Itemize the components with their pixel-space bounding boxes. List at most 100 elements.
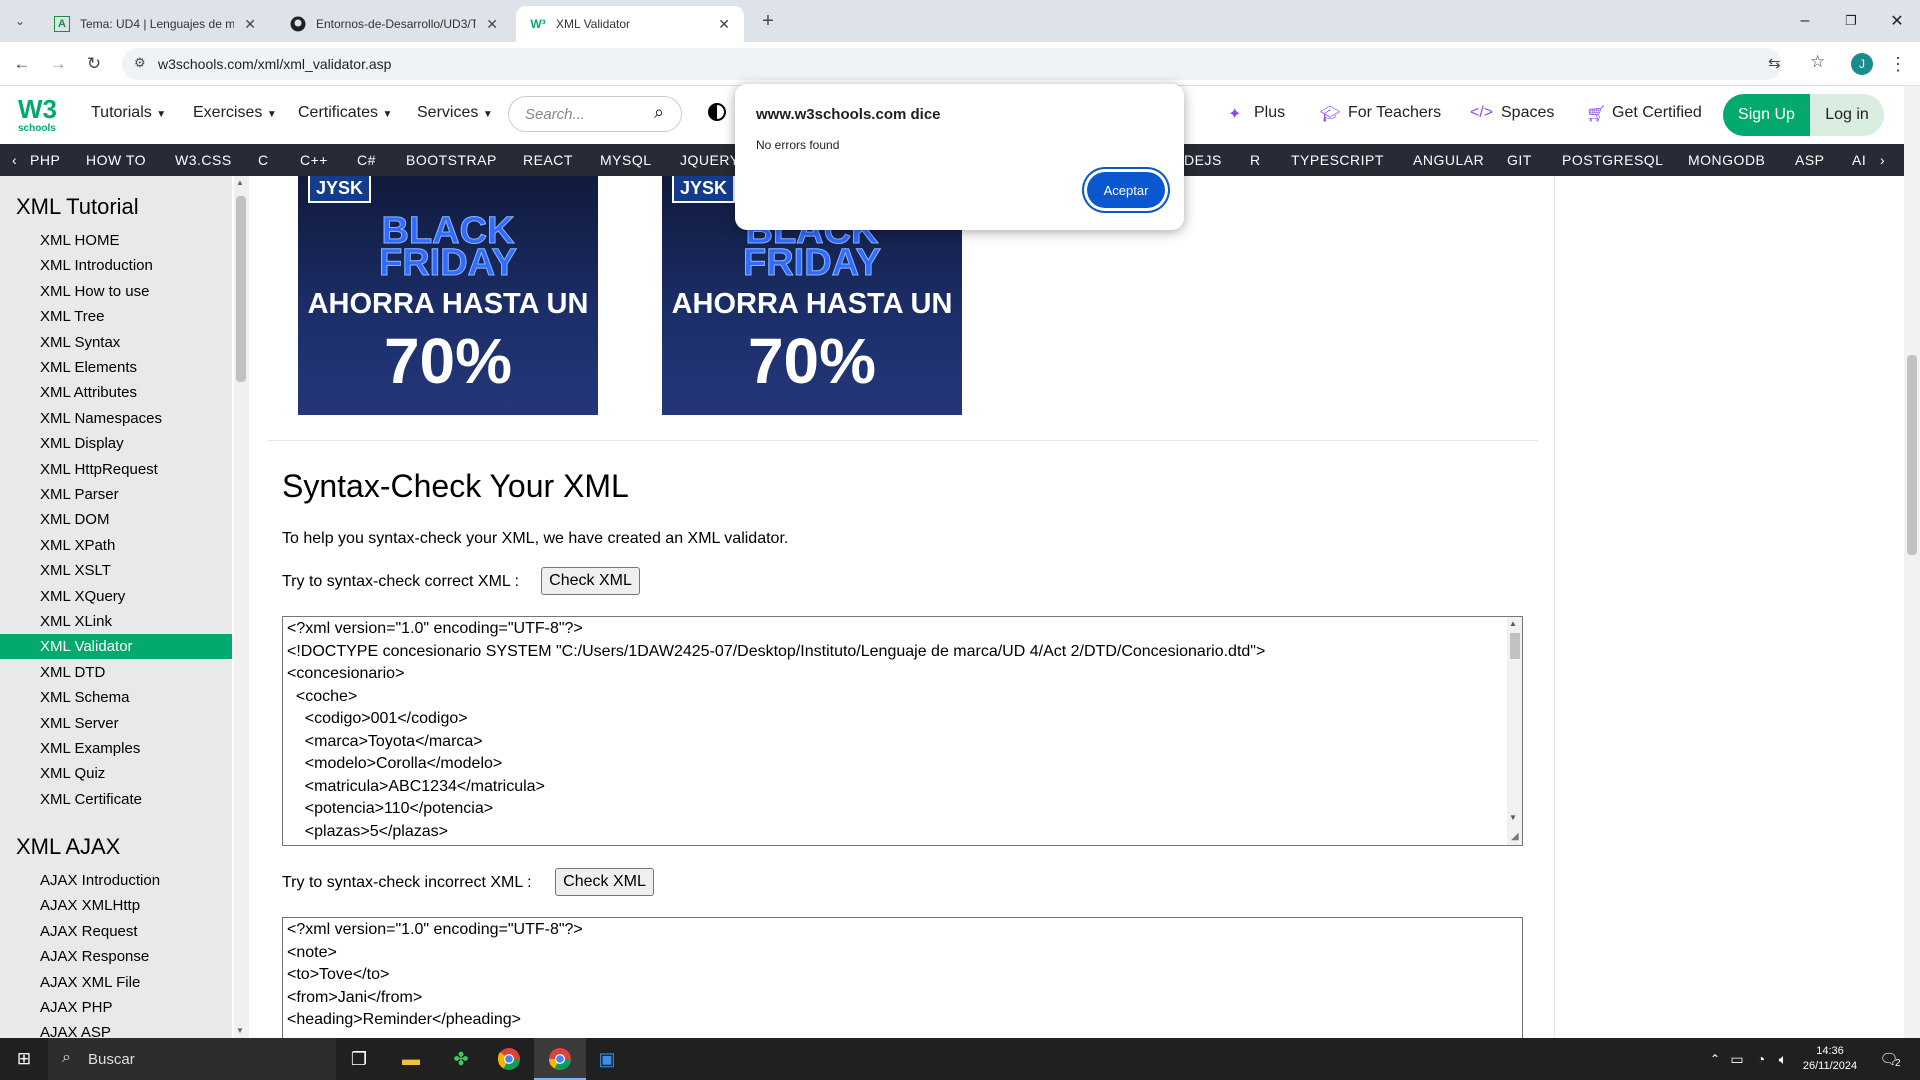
sidebar-item[interactable]: XML Parser (0, 482, 232, 507)
subnav-postgresql[interactable]: POSTGRESQL (1562, 152, 1663, 168)
subnav-php[interactable]: PHP (30, 152, 60, 168)
w3schools-logo[interactable]: W3 schools (14, 94, 60, 136)
close-tab-icon[interactable]: ✕ (718, 16, 730, 33)
nav-tutorials[interactable]: Tutorials ▼ (91, 104, 166, 122)
sidebar-item[interactable]: XML Attributes (0, 380, 232, 405)
sidebar-item[interactable]: XML XLink (0, 609, 232, 634)
scroll-up-arrow-icon[interactable]: ▲ (236, 178, 244, 187)
browser-tab-3-active[interactable]: W³ XML Validator ✕ (516, 6, 744, 42)
file-explorer-icon[interactable]: ▬ (396, 1044, 426, 1074)
page-scrollbar[interactable] (1904, 86, 1920, 1038)
nav-spaces[interactable]: Spaces (1501, 104, 1554, 122)
bookmark-star-icon[interactable]: ☆ (1810, 52, 1825, 72)
sidebar-item[interactable]: XML XQuery (0, 584, 232, 609)
sidebar-item[interactable]: XML HttpRequest (0, 457, 232, 482)
subnav-typescript[interactable]: TYPESCRIPT (1291, 152, 1384, 168)
subnav-csharp[interactable]: C# (357, 152, 376, 168)
search-icon[interactable]: ⌕ (654, 102, 664, 123)
incorrect-xml-textarea[interactable]: <?xml version="1.0" encoding="UTF-8"?> <n… (282, 917, 1523, 1038)
scroll-left-icon[interactable]: ‹ (12, 152, 17, 168)
sidebar-item[interactable]: XML Certificate (0, 787, 232, 812)
scroll-down-arrow-icon[interactable]: ▼ (236, 1026, 244, 1035)
sidebar-item[interactable]: XML Schema (0, 685, 232, 710)
taskbar-search-input[interactable]: ⌕ Buscar (48, 1038, 336, 1080)
check-correct-xml-button[interactable]: Check XML (541, 567, 640, 595)
subnav-mysql[interactable]: MYSQL (600, 152, 652, 168)
sidebar-item[interactable]: XML How to use (0, 279, 232, 304)
back-icon[interactable]: ← (8, 50, 36, 78)
scroll-up-arrow-icon[interactable]: ▲ (1509, 619, 1517, 628)
sidebar-item[interactable]: AJAX XML File (0, 970, 232, 995)
subnav-bootstrap[interactable]: BOOTSTRAP (406, 152, 497, 168)
windows-start-icon[interactable]: ⊞ (9, 1044, 39, 1074)
close-tab-icon[interactable]: ✕ (244, 16, 256, 33)
sidebar-scrollbar-thumb[interactable] (236, 196, 246, 382)
reload-icon[interactable]: ↻ (80, 50, 108, 78)
nav-plus[interactable]: Plus (1254, 104, 1285, 122)
address-bar[interactable]: ⚙ w3schools.com/xml/xml_validator.asp ⇆ … (122, 48, 1825, 80)
taskbar-clock[interactable]: 14:36 26/11/2024 (1780, 1044, 1880, 1074)
sidebar-item[interactable]: XML Validator (0, 634, 232, 660)
sidebar-item[interactable]: XML DOM (0, 507, 232, 532)
subnav-asp[interactable]: ASP (1795, 152, 1825, 168)
sidebar-item[interactable]: XML Syntax (0, 330, 232, 355)
dark-mode-toggle-icon[interactable] (708, 103, 726, 121)
subnav-c[interactable]: C (258, 152, 269, 168)
new-tab-button[interactable]: + (754, 7, 782, 35)
sidebar-item[interactable]: AJAX Introduction (0, 868, 232, 893)
nav-exercises[interactable]: Exercises ▼ (193, 104, 277, 122)
nav-for-teachers[interactable]: For Teachers (1348, 104, 1441, 122)
close-tab-icon[interactable]: ✕ (486, 16, 498, 33)
sidebar-item[interactable]: AJAX XMLHttp (0, 893, 232, 918)
page-scrollbar-thumb[interactable] (1907, 355, 1917, 555)
advertisement-banner[interactable]: JYSK BLACK FRIDAY AHORRA HASTA UN 70% (298, 176, 598, 415)
nav-get-certified[interactable]: Get Certified (1612, 104, 1702, 122)
sidebar-item[interactable]: XML XSLT (0, 558, 232, 583)
nav-certificates[interactable]: Certificates ▼ (298, 104, 392, 122)
subnav-howto[interactable]: HOW TO (86, 152, 146, 168)
profile-avatar[interactable]: J (1851, 53, 1873, 75)
forward-icon[interactable]: → (44, 50, 72, 78)
log-in-button[interactable]: Log in (1810, 94, 1884, 136)
subnav-nodejs[interactable]: DEJS (1184, 152, 1222, 168)
sidebar-item[interactable]: AJAX Request (0, 919, 232, 944)
subnav-w3css[interactable]: W3.CSS (175, 152, 232, 168)
sign-up-button[interactable]: Sign Up (1723, 94, 1810, 136)
translate-icon[interactable]: ⇆ (1768, 54, 1781, 72)
sidebar-item[interactable]: AJAX Response (0, 944, 232, 969)
nav-services[interactable]: Services ▼ (417, 104, 493, 122)
browser-tab-2[interactable]: Entornos-de-Desarrollo/UD3/Ta ✕ (276, 6, 512, 42)
subnav-git[interactable]: GIT (1507, 152, 1532, 168)
subnav-ai[interactable]: AI (1852, 152, 1866, 168)
sidebar-item[interactable]: XML Tree (0, 304, 232, 329)
sidebar-item[interactable]: XML DTD (0, 660, 232, 685)
browser-tab-1[interactable]: A Tema: UD4 | Lenguajes de marc ✕ (40, 6, 270, 42)
sidebar-item[interactable]: XML Server (0, 711, 232, 736)
chrome-icon[interactable] (494, 1044, 524, 1074)
minimize-icon[interactable]: – (1782, 0, 1828, 42)
menu-kebab-icon[interactable]: ⋮ (1884, 50, 1912, 78)
sidebar-item[interactable]: XML Introduction (0, 253, 232, 278)
subnav-r[interactable]: R (1250, 152, 1261, 168)
textarea-scrollbar[interactable]: ▲ ▼ (1507, 617, 1522, 845)
accept-button[interactable]: Aceptar (1087, 172, 1165, 208)
task-view-icon[interactable]: ❐ (344, 1044, 374, 1074)
subnav-angular[interactable]: ANGULAR (1413, 152, 1484, 168)
scroll-right-icon[interactable]: › (1880, 152, 1885, 168)
site-info-icon[interactable]: ⚙ (134, 55, 146, 71)
subnav-jquery[interactable]: JQUERY (680, 152, 740, 168)
scroll-down-arrow-icon[interactable]: ▼ (1509, 813, 1517, 822)
subnav-cpp[interactable]: C++ (300, 152, 328, 168)
app-icon[interactable]: ✤ (446, 1044, 476, 1074)
sidebar-item[interactable]: AJAX PHP (0, 995, 232, 1020)
textarea-scroll-thumb[interactable] (1510, 633, 1520, 659)
chrome-icon[interactable] (545, 1044, 575, 1074)
sidebar-item[interactable]: XML Elements (0, 355, 232, 380)
close-window-icon[interactable]: ✕ (1874, 0, 1920, 42)
sidebar-item[interactable]: XML Examples (0, 736, 232, 761)
resize-handle-icon[interactable]: ◢ (1511, 831, 1519, 842)
sidebar-item[interactable]: XML Namespaces (0, 406, 232, 431)
check-incorrect-xml-button[interactable]: Check XML (555, 868, 654, 896)
tab-search-icon[interactable]: ⌄ (6, 7, 34, 35)
sidebar-item[interactable]: XML HOME (0, 228, 232, 253)
